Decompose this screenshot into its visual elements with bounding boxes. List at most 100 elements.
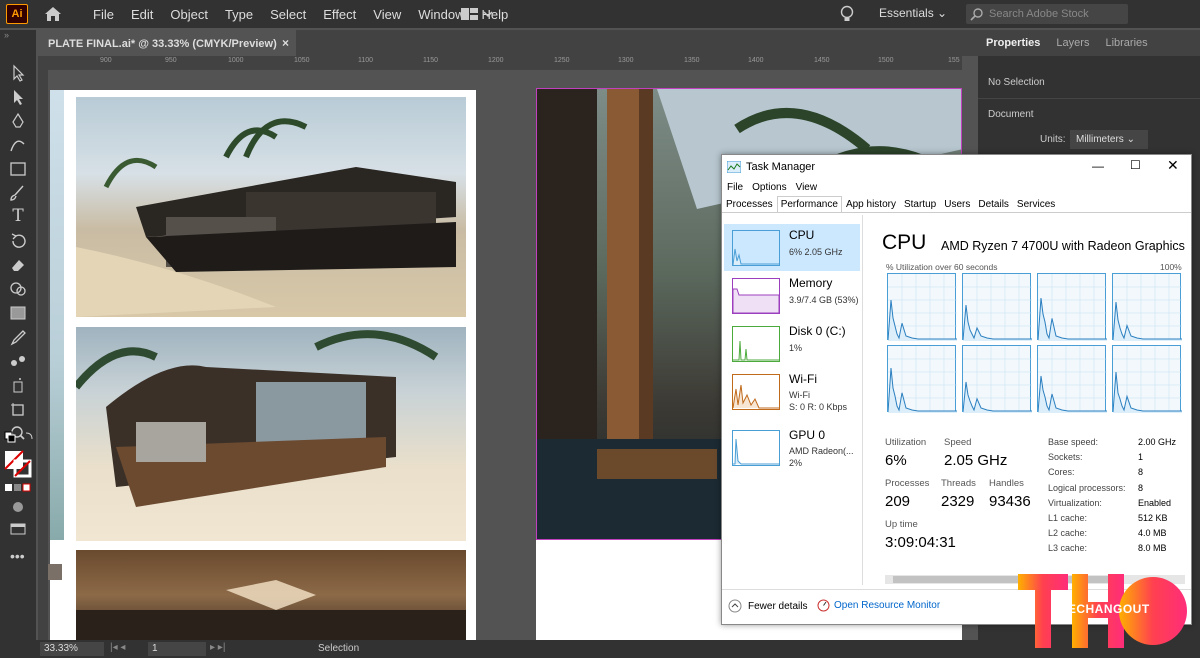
arrange-documents-icon[interactable] — [460, 7, 494, 24]
eraser-tool-icon[interactable] — [8, 256, 28, 274]
spec-value: 8 — [1138, 467, 1144, 478]
ruler-tick: 900 — [100, 57, 112, 64]
spec-value: 8 — [1138, 482, 1144, 493]
maximize-icon[interactable]: ☐ — [1130, 158, 1141, 172]
sidebar-item-gpu[interactable]: GPU 0 AMD Radeon(... 2% — [724, 424, 860, 471]
pen-tool-icon[interactable] — [8, 112, 28, 130]
processes-label: Processes — [885, 478, 930, 489]
blend-tool-icon[interactable] — [8, 352, 28, 370]
document-tab[interactable]: PLATE FINAL.ai* @ 33.33% (CMYK/Preview) … — [38, 30, 296, 56]
tab-app-history[interactable]: App history — [842, 196, 900, 212]
close-icon[interactable]: ✕ — [1167, 157, 1179, 174]
paintbrush-tool-icon[interactable] — [8, 184, 28, 202]
tab-processes[interactable]: Processes — [722, 196, 777, 212]
color-mode-icon[interactable] — [5, 483, 31, 493]
divider — [978, 98, 1200, 99]
menu-file[interactable]: File — [93, 7, 114, 22]
tab-users[interactable]: Users — [940, 196, 974, 212]
next-artboard-icon[interactable]: ▸ ▸| — [210, 642, 225, 653]
workspace-label: Essentials — [879, 6, 934, 20]
menu-window[interactable]: Window — [418, 7, 464, 22]
ruler-tick: 1450 — [814, 57, 830, 64]
zoom-level-field[interactable]: 33.33% — [40, 642, 104, 656]
lightbulb-icon[interactable] — [840, 5, 854, 26]
utilization-label: Utilization — [885, 437, 927, 448]
render-edge-image — [50, 90, 64, 540]
ruler-tick: 1000 — [228, 57, 244, 64]
artboard-tool-icon[interactable] — [8, 400, 28, 418]
window-title: Task Manager — [746, 161, 816, 173]
menu-select[interactable]: Select — [270, 7, 306, 22]
tab-details[interactable]: Details — [974, 196, 1013, 212]
document-label: Document — [988, 109, 1034, 120]
gradient-tool-icon[interactable] — [8, 304, 28, 322]
disk-mini-graph — [732, 326, 780, 362]
menu-object[interactable]: Object — [170, 7, 208, 22]
tab-properties[interactable]: Properties — [978, 37, 1048, 49]
collapse-icon[interactable]: » — [4, 30, 9, 40]
workspace-switcher[interactable]: Essentials ⌄ — [879, 6, 947, 20]
tab-services[interactable]: Services — [1013, 196, 1059, 212]
curvature-tool-icon[interactable] — [8, 136, 28, 154]
rotate-tool-icon[interactable] — [8, 232, 28, 250]
tm-menu-file[interactable]: File — [727, 182, 743, 193]
direct-selection-tool-icon[interactable] — [8, 88, 28, 106]
watermark-text: TECHANGOUT — [1060, 602, 1150, 616]
speed-label: Speed — [944, 437, 972, 448]
sidebar-item-cpu[interactable]: CPU 6% 2.05 GHz — [724, 224, 860, 271]
ruler-tick: 1500 — [878, 57, 894, 64]
tab-startup[interactable]: Startup — [900, 196, 940, 212]
tab-performance[interactable]: Performance — [776, 196, 842, 212]
shape-builder-tool-icon[interactable] — [8, 280, 28, 298]
wifi-mini-graph — [732, 374, 780, 410]
ruler-tick: 1300 — [618, 57, 634, 64]
ruler-tick: 1150 — [423, 57, 439, 64]
fill-stroke-swatch-icon[interactable] — [4, 450, 34, 478]
home-icon[interactable] — [42, 4, 64, 24]
sidebar-item-disk[interactable]: Disk 0 (C:) 1% — [724, 320, 860, 367]
title-bar[interactable]: Task Manager — ☐ ✕ — [722, 155, 1191, 179]
cpu-mini-graph — [732, 230, 780, 266]
screen-mode-icon[interactable] — [8, 520, 28, 538]
tab-layers[interactable]: Layers — [1048, 37, 1097, 49]
prev-artboard-icon[interactable]: |◂ ◂ — [110, 642, 125, 653]
spec-label: L2 cache: — [1048, 528, 1088, 539]
sidebar-item-memory[interactable]: Memory 3.9/7.4 GB (53%) — [724, 272, 860, 319]
selection-tool-icon[interactable] — [8, 64, 28, 82]
type-tool-icon[interactable]: T — [8, 206, 28, 226]
close-tab-icon[interactable]: × — [282, 36, 289, 50]
sidebar-item-wifi[interactable]: Wi-Fi Wi-Fi S: 0 R: 0 Kbps — [724, 368, 860, 415]
menu-type[interactable]: Type — [225, 7, 253, 22]
draw-mode-icon[interactable] — [8, 498, 28, 516]
handles-value: 93436 — [989, 493, 1031, 510]
spec-label: Logical processors: — [1048, 482, 1126, 493]
search-adobe-stock[interactable]: Search Adobe Stock — [966, 4, 1128, 24]
sidebar-label: GPU 0 — [789, 428, 826, 442]
spec-label: L3 cache: — [1048, 543, 1088, 554]
more-tools-icon[interactable]: ••• — [10, 548, 25, 564]
tm-menu-options[interactable]: Options — [752, 182, 786, 193]
status-bar: 33.33% |◂ ◂ 1 ▸ ▸| Selection — [0, 640, 978, 658]
symbol-sprayer-tool-icon[interactable] — [8, 376, 28, 394]
menu-effect[interactable]: Effect — [323, 7, 356, 22]
eyedropper-tool-icon[interactable] — [8, 328, 28, 346]
rectangle-tool-icon[interactable] — [8, 160, 28, 178]
units-value: Millimeters — [1076, 134, 1124, 145]
current-tool-label: Selection — [318, 643, 360, 654]
resource-monitor-link[interactable]: Open Resource Monitor — [817, 599, 940, 612]
menu-view[interactable]: View — [373, 7, 401, 22]
horizontal-ruler[interactable]: 900 950 1000 1050 1100 1150 1200 1250 13… — [48, 56, 962, 70]
memory-mini-graph — [732, 278, 780, 314]
default-colors-icon[interactable] — [4, 430, 34, 448]
spec-value: Enabled — [1138, 497, 1172, 508]
tm-menu-view[interactable]: View — [796, 182, 818, 193]
cpu-core-graph — [1037, 273, 1107, 341]
menu-edit[interactable]: Edit — [131, 7, 153, 22]
artboard-number-field[interactable]: 1 — [148, 642, 206, 656]
tab-libraries[interactable]: Libraries — [1097, 37, 1155, 49]
fewer-details-button[interactable]: Fewer details — [728, 599, 807, 613]
threads-label: Threads — [941, 478, 976, 489]
vertical-ruler[interactable] — [38, 56, 48, 640]
units-dropdown[interactable]: Millimeters ⌄ — [1070, 130, 1148, 149]
minimize-icon[interactable]: — — [1092, 159, 1104, 173]
